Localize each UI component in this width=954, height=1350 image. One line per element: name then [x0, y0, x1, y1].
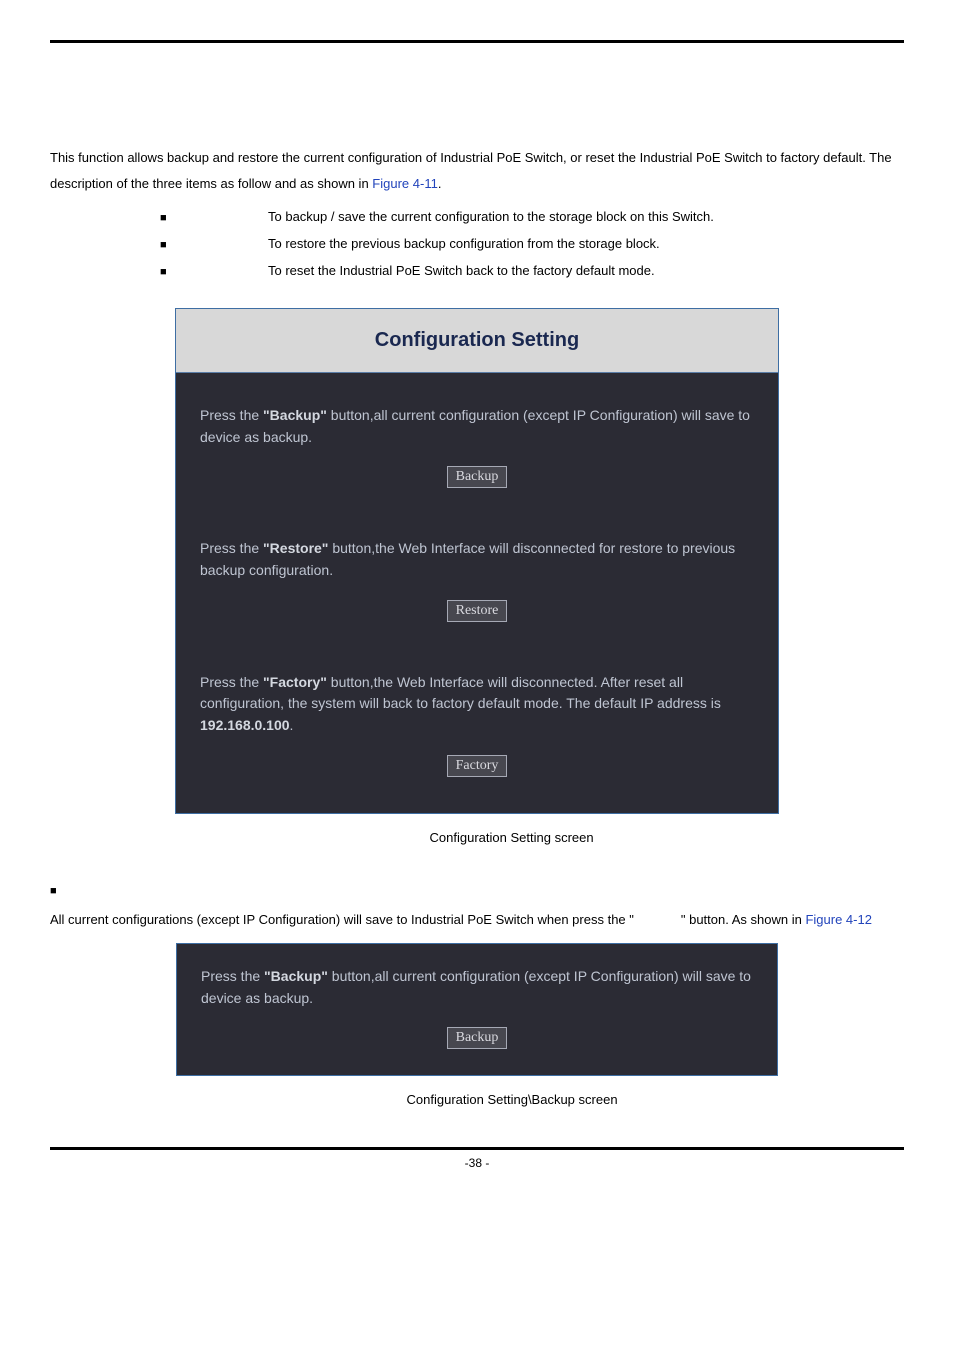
t: .	[290, 717, 294, 733]
square-bullet-icon: ■	[160, 239, 178, 251]
figure-link-4-11[interactable]: Figure 4-11	[372, 176, 438, 191]
bullet-term: Backup -	[178, 209, 268, 224]
factory-button[interactable]: Factory	[447, 755, 508, 777]
t-bold: "Factory"	[263, 674, 327, 690]
panel-cell-backup: Press the "Backup" button,all current co…	[194, 387, 760, 494]
backup-panel: Press the "Backup" button,all current co…	[176, 943, 778, 1076]
figure-4-12-caption: Figure 4-12 Configuration Setting\Backup…	[50, 1092, 904, 1107]
square-bullet-icon: ■	[160, 266, 178, 278]
panel-title: Configuration Setting	[176, 309, 778, 372]
section-number: 4.5.4 Configuration Setting	[50, 103, 904, 120]
figure-caption-text: Configuration Setting screen	[430, 830, 594, 845]
t: Press the	[201, 968, 264, 984]
panel-text: Press the "Backup" button,all current co…	[201, 966, 753, 1009]
top-rule	[50, 40, 904, 43]
intro-paragraph: This function allows backup and restore …	[50, 145, 904, 197]
t: Press the	[200, 540, 263, 556]
panel-cell-factory: Press the "Factory" button,the Web Inter…	[194, 628, 760, 783]
figure-number: Figure 4-11	[360, 830, 429, 845]
panel-cell-restore: Press the "Restore" button,the Web Inter…	[194, 494, 760, 627]
bullet-term: Restore -	[178, 236, 268, 251]
invisible-button-name: Backup	[634, 912, 681, 927]
bullet-desc: To restore the previous backup configura…	[268, 236, 904, 251]
bullet-row-restore: ■ Restore - To restore the previous back…	[160, 236, 904, 251]
square-bullet-icon: ■	[160, 212, 178, 224]
sub-term: Backup	[60, 885, 100, 897]
bullet-row-backup: ■ Backup - To backup / save the current …	[160, 209, 904, 224]
intro-post: .	[438, 176, 442, 191]
intro-pre: This function allows backup and restore …	[50, 150, 892, 191]
bullet-row-factory: ■ Factory - To reset the Industrial PoE …	[160, 263, 904, 278]
ip-bold: 192.168.0.100	[200, 717, 290, 733]
t: " button. As shown in	[681, 912, 806, 927]
panel-text: Press the "Backup" button,all current co…	[200, 405, 754, 448]
panel-text: Press the "Restore" button,the Web Inter…	[200, 538, 754, 581]
bullet-desc: To backup / save the current configurati…	[268, 209, 904, 224]
t-bold: "Backup"	[263, 407, 327, 423]
t-bold: "Backup"	[264, 968, 328, 984]
bullet-term: Factory -	[178, 263, 268, 278]
figure-caption-text: Configuration Setting\Backup screen	[407, 1092, 618, 1107]
backup-button[interactable]: Backup	[447, 1027, 508, 1049]
panel-body: Press the "Backup" button,all current co…	[176, 373, 778, 813]
figure-number: Figure 4-12	[336, 1092, 406, 1107]
t: Press the	[200, 674, 263, 690]
bullet-desc: To reset the Industrial PoE Switch back …	[268, 263, 904, 278]
panel-text: Press the "Factory" button,the Web Inter…	[200, 672, 754, 737]
page: 4.5.4 Configuration Setting This functio…	[0, 0, 954, 1200]
bullet-list: ■ Backup - To backup / save the current …	[160, 209, 904, 278]
backup-button[interactable]: Backup	[447, 466, 508, 488]
bottom-rule	[50, 1147, 904, 1150]
backup-subsection-text: All current configurations (except IP Co…	[50, 907, 904, 933]
square-bullet-icon: ■ Backup	[50, 885, 904, 897]
t: All current configurations (except IP Co…	[50, 912, 634, 927]
page-number: -38 -	[50, 1156, 904, 1170]
figure-link-4-12[interactable]: Figure 4-12	[805, 912, 871, 927]
config-setting-panel: Configuration Setting Press the "Backup"…	[175, 308, 779, 814]
figure-4-11-caption: Figure 4-11 Configuration Setting screen	[50, 830, 904, 845]
restore-button[interactable]: Restore	[447, 600, 508, 622]
t: Press the	[200, 407, 263, 423]
t-bold: "Restore"	[263, 540, 328, 556]
